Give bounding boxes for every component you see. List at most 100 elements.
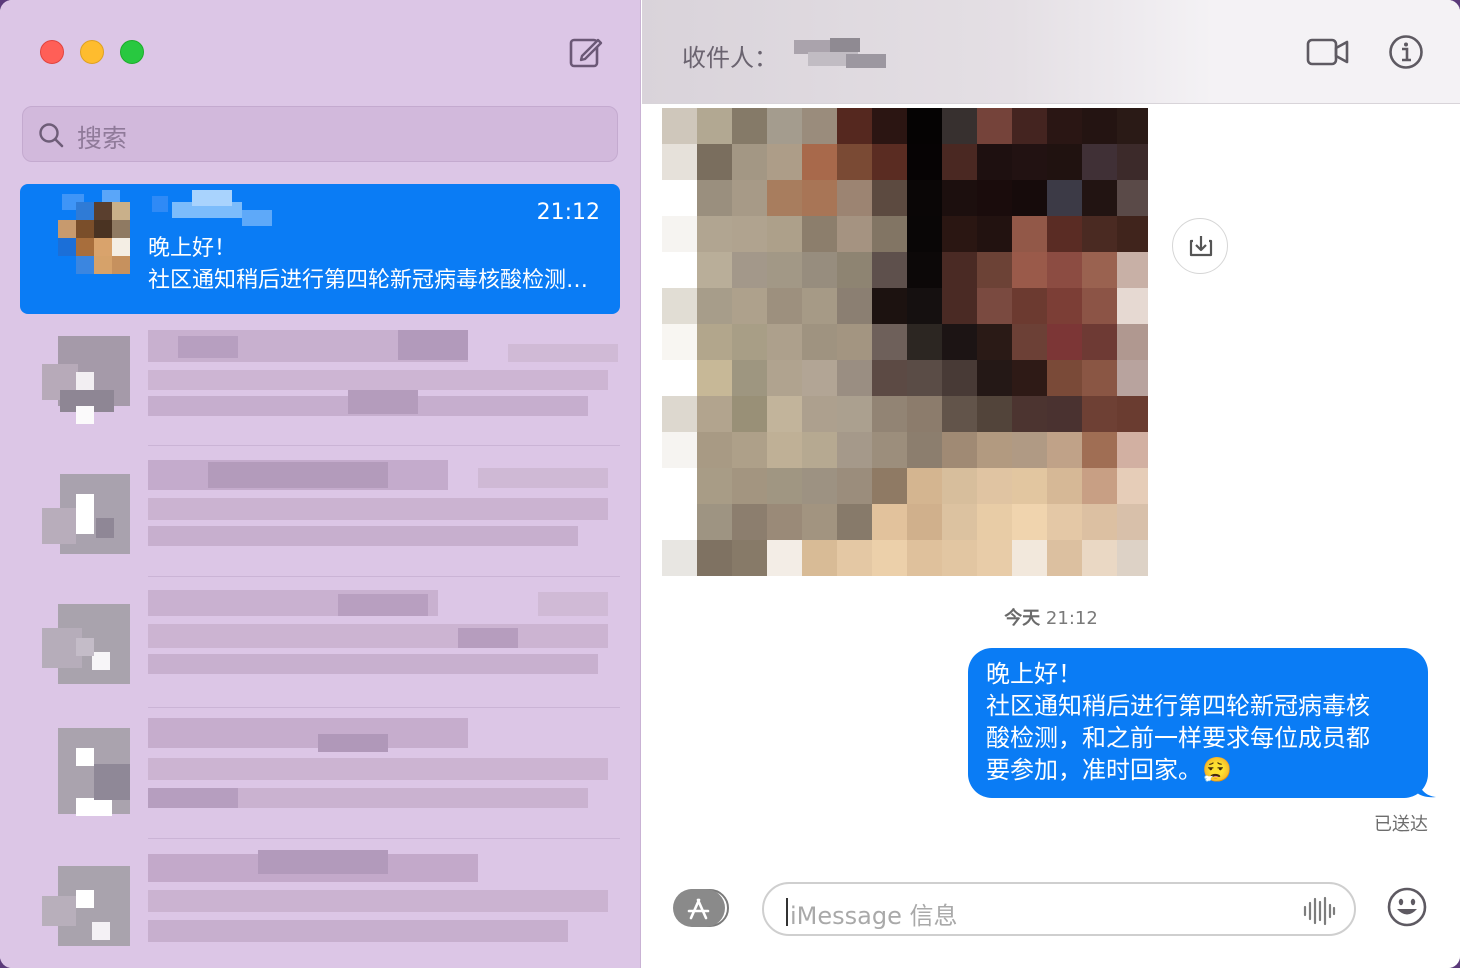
photo-pixel	[907, 144, 943, 180]
photo-pixel	[942, 360, 978, 396]
photo-pixel	[977, 360, 1013, 396]
photo-pixel	[697, 288, 733, 324]
photo-pixel	[977, 144, 1013, 180]
conversation-item[interactable]	[42, 458, 622, 568]
photo-pixel	[1012, 540, 1048, 576]
zoom-window-button[interactable]	[120, 40, 144, 64]
photo-pixel	[697, 360, 733, 396]
conversation-preview-pixelated	[148, 458, 618, 568]
photo-pixel	[697, 324, 733, 360]
photo-pixel	[662, 468, 698, 504]
details-button[interactable]	[1388, 34, 1424, 70]
photo-pixel	[907, 468, 943, 504]
photo-attachment[interactable]	[662, 104, 1148, 588]
photo-pixel	[1047, 252, 1083, 288]
conversation-item-selected[interactable]: 21:12 晚上好！ 社区通知稍后进行第四轮新冠病毒核酸检测，和之前一样要求每位…	[20, 184, 620, 314]
photo-pixel	[837, 324, 873, 360]
photo-pixel	[907, 108, 943, 144]
photo-pixel	[1082, 432, 1118, 468]
photo-pixel	[662, 432, 698, 468]
photo-pixel	[697, 504, 733, 540]
photo-pixel	[1082, 504, 1118, 540]
app-store-icon	[673, 889, 729, 927]
photo-pixel	[662, 216, 698, 252]
photo-pixel	[872, 108, 908, 144]
photo-pixel	[1012, 180, 1048, 216]
close-window-button[interactable]	[40, 40, 64, 64]
photo-pixel	[1047, 540, 1083, 576]
photo-pixel	[1117, 216, 1148, 252]
photo-pixel	[907, 432, 943, 468]
photo-pixel	[802, 144, 838, 180]
photo-pixel	[942, 468, 978, 504]
photo-pixel	[872, 180, 908, 216]
conversation-item[interactable]	[42, 850, 622, 960]
photo-pixel	[732, 360, 768, 396]
sent-message-bubble[interactable]: 晚上好！ 社区通知稍后进行第四轮新冠病毒核 酸检测，和之前一样要求每位成员都 要…	[968, 648, 1428, 798]
photo-pixel	[697, 252, 733, 288]
photo-pixel	[1012, 252, 1048, 288]
compose-button[interactable]	[568, 34, 604, 70]
photo-pixel	[1082, 144, 1118, 180]
photo-pixel	[1047, 216, 1083, 252]
photo-pixel	[907, 252, 943, 288]
emoji-picker-button[interactable]	[1386, 886, 1428, 928]
conversation-item[interactable]	[42, 588, 622, 698]
photo-pixel	[697, 216, 733, 252]
photo-pixel	[907, 216, 943, 252]
save-attachment-button[interactable]	[1172, 218, 1228, 274]
sidebar: 搜索 21:12 晚上好！ 社区通知稍后进行第四轮新冠病毒核酸检测，	[0, 0, 641, 968]
photo-pixel	[942, 144, 978, 180]
bubble-tail	[1416, 778, 1436, 798]
conversation-item[interactable]	[42, 718, 622, 828]
photo-pixel	[732, 396, 768, 432]
text-cursor	[786, 898, 788, 926]
photo-pixel	[872, 432, 908, 468]
facetime-button[interactable]	[1306, 34, 1350, 70]
delivery-status: 已送达	[1374, 814, 1428, 835]
message-line-text: 要参加，准时回家。	[986, 756, 1202, 784]
recipient-name-pixelated[interactable]	[794, 38, 886, 72]
photo-pixel	[1117, 432, 1148, 468]
photo-pixel	[942, 288, 978, 324]
photo-pixel	[907, 288, 943, 324]
chat-header: 收件人：	[642, 0, 1460, 104]
photo-pixel	[732, 432, 768, 468]
conversation-preview-line1: 晚上好！	[148, 236, 237, 261]
photo-pixel	[837, 432, 873, 468]
message-input[interactable]: iMessage 信息	[762, 882, 1356, 936]
photo-pixel	[872, 540, 908, 576]
photo-pixel	[1047, 108, 1083, 144]
app-store-apps-button[interactable]	[672, 888, 732, 928]
chat-pane: 收件人： 今天 21:12 晚上好！ 社区通知稍后进行第四轮新冠病毒核 酸检测，…	[642, 0, 1460, 968]
photo-pixel	[977, 504, 1013, 540]
photo-pixel	[942, 252, 978, 288]
photo-pixel	[802, 468, 838, 504]
photo-pixel	[662, 396, 698, 432]
photo-pixel	[662, 144, 698, 180]
photo-pixel	[732, 180, 768, 216]
photo-pixel	[662, 360, 698, 396]
photo-pixel	[1047, 432, 1083, 468]
photo-pixel	[732, 288, 768, 324]
conversation-item[interactable]	[42, 326, 622, 436]
photo-pixel	[732, 252, 768, 288]
search-placeholder: 搜索	[77, 124, 128, 153]
photo-pixel	[1082, 468, 1118, 504]
photo-pixel	[697, 540, 733, 576]
photo-pixel	[977, 180, 1013, 216]
timestamp-day: 今天	[1004, 608, 1041, 629]
photo-pixel	[802, 216, 838, 252]
photo-pixel	[837, 396, 873, 432]
photo-pixel	[977, 540, 1013, 576]
photo-pixel	[837, 360, 873, 396]
photo-pixel	[977, 252, 1013, 288]
minimize-window-button[interactable]	[80, 40, 104, 64]
photo-pixel	[732, 324, 768, 360]
audio-waveform-icon[interactable]	[1302, 896, 1336, 926]
photo-pixel	[662, 288, 698, 324]
message-line: 酸检测，和之前一样要求每位成员都	[986, 724, 1370, 752]
photo-pixel	[1117, 252, 1148, 288]
search-field[interactable]: 搜索	[22, 106, 618, 162]
photo-pixel	[1117, 180, 1148, 216]
